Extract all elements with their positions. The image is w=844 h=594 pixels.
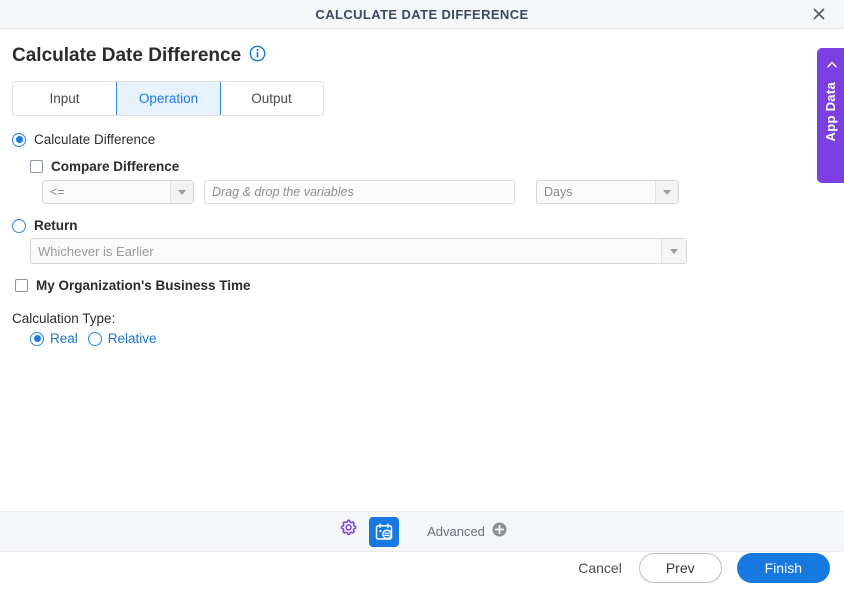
app-data-label: App Data (823, 82, 838, 141)
compare-controls-row: <= Drag & drop the variables Days (42, 180, 844, 204)
compare-difference-label: Compare Difference (51, 159, 179, 174)
prev-button[interactable]: Prev (639, 553, 722, 583)
compare-difference-row: Compare Difference (30, 159, 844, 174)
calculation-type-label: Calculation Type: (12, 311, 844, 326)
footer-actions: Cancel Prev Finish (576, 553, 830, 583)
close-button[interactable] (804, 0, 834, 28)
calculation-type-options: Real Relative (30, 331, 844, 346)
calculate-difference-label: Calculate Difference (34, 132, 155, 147)
variables-input-placeholder: Drag & drop the variables (212, 185, 354, 199)
window-title-bar: CALCULATE DATE DIFFERENCE (0, 0, 844, 29)
plus-circle-icon (492, 522, 507, 542)
business-time-checkbox[interactable] (15, 279, 28, 292)
calculation-type-relative-label: Relative (108, 331, 157, 346)
gear-icon[interactable] (337, 518, 359, 545)
operator-select-value: <= (43, 181, 170, 203)
calculation-type-relative-radio[interactable] (88, 332, 102, 346)
chevron-down-icon (170, 181, 193, 203)
advanced-label: Advanced (427, 524, 485, 539)
unit-select[interactable]: Days (536, 180, 679, 204)
page-title: Calculate Date Difference (12, 45, 241, 67)
business-time-row: My Organization's Business Time (15, 278, 844, 293)
tab-operation[interactable]: Operation (116, 81, 221, 116)
calculation-type-relative-option: Relative (88, 331, 157, 346)
return-select[interactable]: Whichever is Earlier (30, 238, 687, 264)
close-icon (811, 6, 827, 22)
business-time-label: My Organization's Business Time (36, 278, 251, 293)
bottom-toolbar: Advanced (0, 511, 844, 552)
operation-form: Calculate Difference Compare Difference … (0, 116, 844, 346)
chevron-down-icon (661, 239, 686, 263)
chevron-left-icon (822, 60, 840, 71)
advanced-button[interactable]: Advanced (427, 522, 507, 542)
tab-input[interactable]: Input (13, 82, 117, 115)
tab-bar: Input Operation Output (12, 81, 324, 116)
variables-input[interactable]: Drag & drop the variables (204, 180, 515, 204)
calculate-difference-radio[interactable] (12, 133, 26, 147)
return-row: Return (12, 218, 844, 233)
page-header: Calculate Date Difference (0, 29, 844, 67)
calculation-type-real-label: Real (50, 331, 78, 346)
return-label: Return (34, 218, 78, 233)
unit-select-value: Days (537, 181, 655, 203)
return-radio[interactable] (12, 219, 26, 233)
calculation-type-real-option: Real (30, 331, 78, 346)
chevron-down-icon (655, 181, 678, 203)
app-data-panel-toggle[interactable]: App Data (817, 48, 844, 183)
info-icon[interactable] (249, 45, 266, 67)
calculation-type-group: Calculation Type: Real Relative (12, 311, 844, 346)
window-title: CALCULATE DATE DIFFERENCE (315, 7, 528, 22)
operator-select[interactable]: <= (42, 180, 194, 204)
calculation-type-real-radio[interactable] (30, 332, 44, 346)
finish-button[interactable]: Finish (737, 553, 830, 583)
compare-difference-checkbox[interactable] (30, 160, 43, 173)
return-select-value: Whichever is Earlier (31, 239, 661, 263)
calendar-operation-icon[interactable] (369, 517, 399, 547)
tab-output[interactable]: Output (220, 82, 323, 115)
cancel-button[interactable]: Cancel (576, 556, 624, 580)
calculate-difference-row: Calculate Difference (12, 132, 844, 147)
